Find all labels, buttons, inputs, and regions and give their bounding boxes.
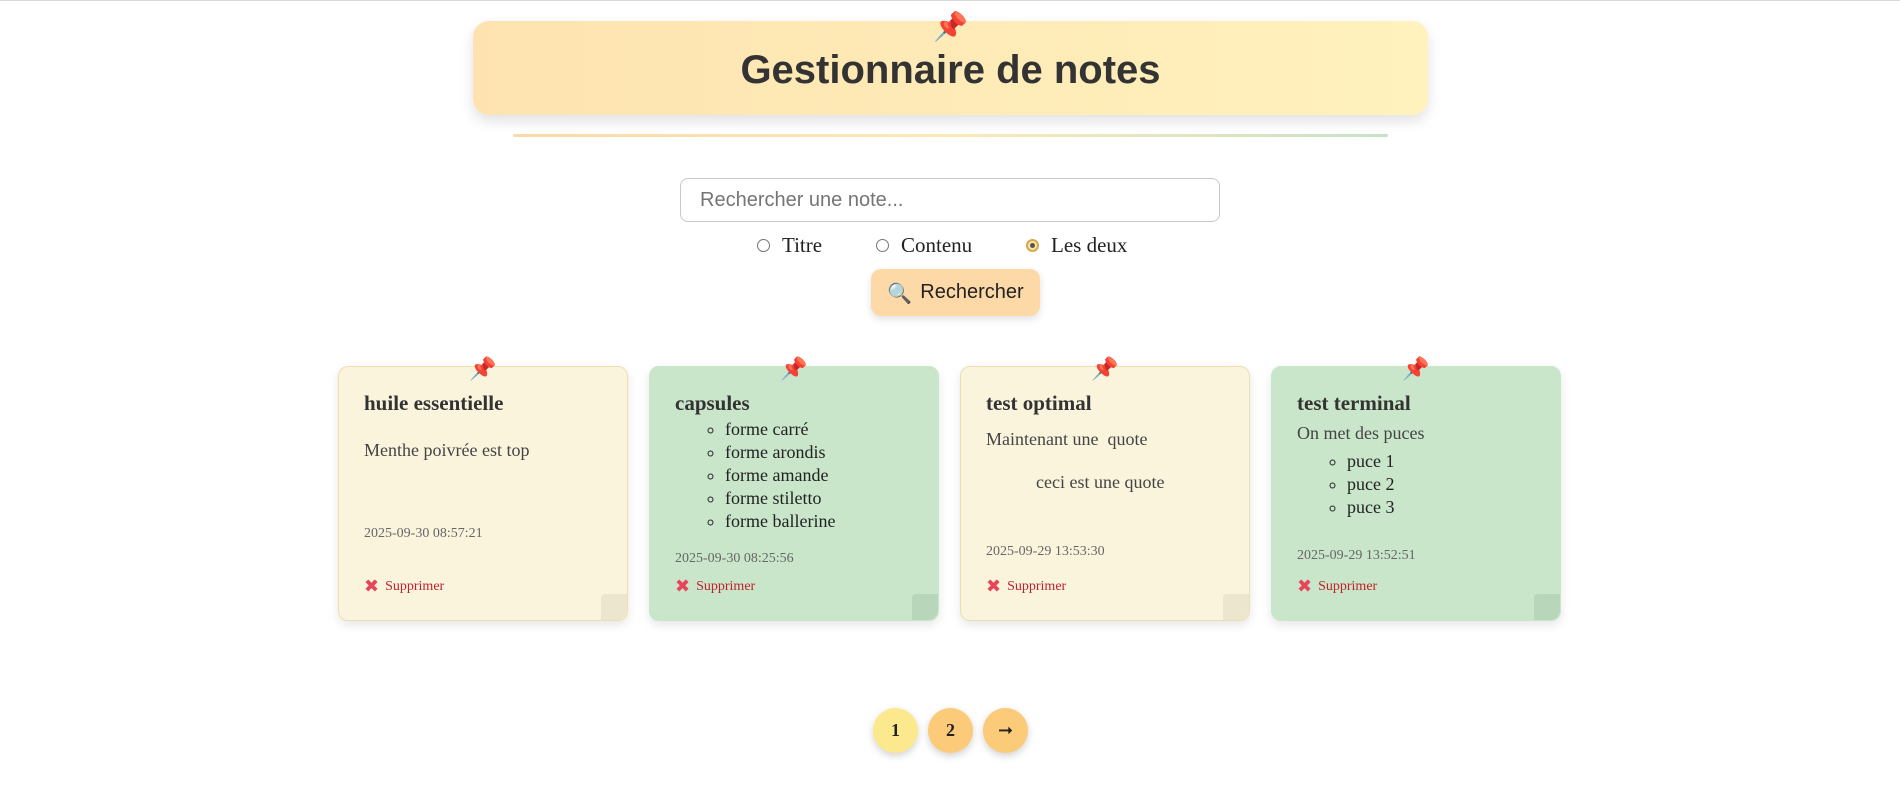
folded-corner	[601, 594, 627, 620]
radio-contenu[interactable]: Contenu	[876, 233, 972, 258]
cross-icon: ✖	[675, 576, 691, 597]
note-title: test optimal	[986, 391, 1092, 415]
next-page-button[interactable]: ➞	[983, 708, 1028, 753]
note-title: huile essentielle	[364, 391, 504, 415]
folded-corner	[1223, 594, 1249, 620]
folded-corner	[1534, 594, 1560, 620]
note-date: 2025-09-29 13:53:30	[986, 544, 1105, 559]
list-item: puce 1	[1347, 450, 1535, 473]
folded-corner	[912, 594, 938, 620]
delete-button[interactable]: ✖ Supprimer	[364, 576, 444, 597]
cross-icon: ✖	[364, 576, 380, 597]
pushpin-icon: 📌	[1091, 357, 1119, 382]
note-content: Maintenant une quote	[986, 429, 1148, 449]
search-input[interactable]	[680, 178, 1220, 222]
radio-les-deux-button[interactable]	[1026, 239, 1039, 252]
list-item: forme arondis	[725, 441, 913, 464]
app-header: 📌 Gestionnaire de notes	[473, 13, 1428, 115]
note-list: puce 1 puce 2 puce 3	[1297, 450, 1535, 519]
note-quote: ceci est une quote	[1036, 472, 1165, 492]
note-list: forme carré forme arondis forme amande f…	[675, 418, 913, 533]
note-card: 📌 capsules forme carré forme arondis for…	[649, 359, 939, 621]
page-button-2[interactable]: 2	[928, 708, 973, 753]
radio-titre-label: Titre	[782, 233, 823, 257]
delete-label: Supprimer	[385, 578, 445, 594]
header-divider	[513, 134, 1388, 137]
delete-label: Supprimer	[1318, 578, 1378, 594]
magnifier-icon: 🔍	[887, 280, 913, 305]
search-button[interactable]: 🔍 Rechercher	[871, 269, 1040, 316]
delete-button[interactable]: ✖ Supprimer	[1297, 576, 1377, 597]
search-mode-group: Titre Contenu Les deux	[0, 233, 1900, 259]
page-button-1[interactable]: 1	[873, 708, 918, 753]
pushpin-icon: 📌	[1402, 357, 1430, 382]
note-content: Menthe poivrée est top	[364, 440, 530, 460]
delete-label: Supprimer	[696, 578, 756, 594]
note-title: capsules	[675, 391, 750, 415]
delete-button[interactable]: ✖ Supprimer	[675, 576, 755, 597]
page-title: Gestionnaire de notes	[740, 47, 1161, 92]
list-item: forme ballerine	[725, 510, 913, 533]
radio-les-deux[interactable]: Les deux	[1026, 233, 1127, 258]
search-button-label: Rechercher	[920, 281, 1024, 303]
note-date: 2025-09-30 08:57:21	[364, 526, 483, 541]
list-item: forme stiletto	[725, 487, 913, 510]
note-content: On met des puces	[1297, 423, 1425, 443]
radio-contenu-button[interactable]	[876, 239, 889, 252]
radio-contenu-label: Contenu	[901, 233, 973, 257]
radio-titre[interactable]: Titre	[757, 233, 822, 258]
list-item: forme amande	[725, 464, 913, 487]
note-date: 2025-09-30 08:25:56	[675, 551, 794, 566]
arrow-right-icon: ➞	[997, 720, 1014, 741]
note-date: 2025-09-29 13:52:51	[1297, 548, 1416, 563]
note-card: 📌 test terminal On met des puces puce 1 …	[1271, 359, 1561, 621]
list-item: puce 2	[1347, 473, 1535, 496]
delete-label: Supprimer	[1007, 578, 1067, 594]
radio-titre-button[interactable]	[757, 239, 770, 252]
pushpin-icon: 📌	[780, 357, 808, 382]
note-card: 📌 huile essentielle Menthe poivrée est t…	[338, 359, 628, 621]
pushpin-icon: 📌	[469, 357, 497, 382]
cross-icon: ✖	[1297, 576, 1313, 597]
radio-les-deux-label: Les deux	[1051, 233, 1128, 257]
list-item: forme carré	[725, 418, 913, 441]
note-card: 📌 test optimal Maintenant une quote ceci…	[960, 359, 1250, 621]
pushpin-icon: 📌	[933, 10, 968, 43]
cross-icon: ✖	[986, 576, 1002, 597]
delete-button[interactable]: ✖ Supprimer	[986, 576, 1066, 597]
list-item: puce 3	[1347, 496, 1535, 519]
note-title: test terminal	[1297, 391, 1411, 415]
